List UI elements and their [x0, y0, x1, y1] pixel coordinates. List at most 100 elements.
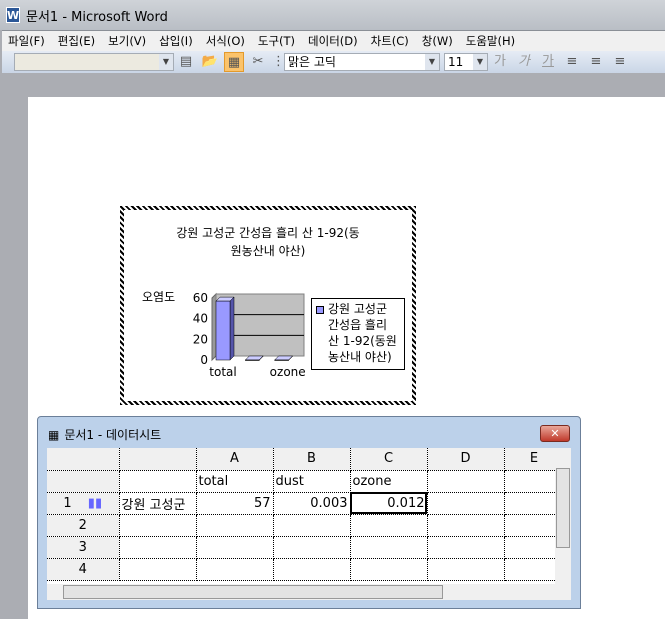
datasheet-grid: A B C D E total dust ozone 1 ▮▮ 강원 고성군 5… — [47, 448, 571, 584]
cell[interactable] — [196, 514, 274, 537]
row-header[interactable] — [47, 470, 120, 493]
chart-legend[interactable]: 강원 고성군 간성읍 흘리 산 1-92(동원 농산내 야산) — [311, 298, 405, 370]
column-header-a[interactable]: A — [196, 448, 274, 471]
row-header-4[interactable]: 4 — [47, 558, 120, 581]
menu-file[interactable]: 파일(F) — [8, 33, 45, 49]
legend-swatch — [316, 306, 324, 314]
cell[interactable] — [350, 558, 428, 581]
cell[interactable] — [427, 514, 505, 537]
chart-title-line: 강원 고성군 간성읍 흘리 산 1-92(동 — [176, 226, 360, 240]
chart-object[interactable]: 강원 고성군 간성읍 흘리 산 1-92(동 원농산내 야산) 오염도 0 20 4… — [120, 206, 416, 405]
view-datasheet-icon[interactable]: ▦ — [224, 52, 244, 72]
align-left-icon[interactable]: ≡ — [562, 52, 582, 72]
cell[interactable]: 57 — [196, 492, 274, 515]
plot-area[interactable]: 0 20 40 60 total ozone — [182, 284, 332, 379]
chart-title: 강원 고성군 간성읍 흘리 산 1-92(동 원농산내 야산) — [124, 224, 412, 260]
window-title: 문서1 - Microsoft Word — [26, 9, 168, 25]
cell[interactable] — [119, 470, 197, 493]
cell[interactable] — [196, 536, 274, 559]
horizontal-scrollbar[interactable] — [47, 584, 571, 600]
align-right-icon[interactable]: ≡ — [610, 52, 630, 72]
bar — [245, 359, 260, 361]
row-header-3[interactable]: 3 — [47, 536, 120, 559]
menu-view[interactable]: 보기(V) — [108, 33, 146, 49]
row-header-2[interactable]: 2 — [47, 514, 120, 537]
italic-button[interactable]: 가 — [514, 52, 534, 72]
format-object-icon[interactable]: ▤ — [176, 52, 196, 72]
row-label-cell[interactable]: 강원 고성군 — [119, 492, 197, 515]
menu-help[interactable]: 도움말(H) — [466, 33, 515, 49]
bar-top — [244, 355, 264, 361]
menu-window[interactable]: 창(W) — [422, 33, 453, 49]
cell[interactable] — [427, 536, 505, 559]
cell[interactable] — [350, 536, 428, 559]
y-tick-label: 40 — [193, 312, 208, 326]
datasheet-icon: ▦ — [48, 427, 60, 442]
plot-side-wall — [211, 292, 217, 362]
cell[interactable] — [273, 514, 351, 537]
toolbar-options-icon[interactable]: ⋮ — [272, 52, 285, 72]
x-tick-label: ozone — [270, 365, 306, 379]
bar — [274, 359, 289, 361]
cell[interactable] — [427, 558, 505, 581]
y-tick-label: 0 — [200, 353, 208, 367]
chevron-down-icon[interactable]: ▼ — [159, 54, 173, 70]
font-combo[interactable]: 맑은 고딕 ▼ — [284, 53, 440, 71]
y-tick-label: 60 — [193, 291, 208, 305]
align-center-icon[interactable]: ≡ — [586, 52, 606, 72]
scroll-thumb[interactable] — [63, 585, 443, 599]
active-cell[interactable]: 0.012 — [350, 492, 428, 515]
menu-insert[interactable]: 삽입(I) — [159, 33, 193, 49]
cell[interactable] — [119, 558, 197, 581]
scroll-thumb[interactable] — [556, 468, 570, 548]
cell[interactable] — [350, 514, 428, 537]
datasheet-window: ▦ 문서1 - 데이터시트 ✕ A B C D E total dust ozon… — [37, 416, 581, 609]
chart-title-line: 원농산내 야산) — [230, 244, 306, 258]
menu-data[interactable]: 데이터(D) — [308, 33, 358, 49]
cell[interactable]: total — [196, 470, 274, 493]
chevron-down-icon[interactable]: ▼ — [473, 54, 487, 70]
toolbar: ▼ ▤ 📂 ▦ ✂ ⋮ 맑은 고딕 ▼ 11 ▼ 가 가 가 ≡ ≡ ≡ — [2, 51, 665, 73]
close-button[interactable]: ✕ — [540, 425, 570, 442]
row-header-1[interactable]: 1 ▮▮ — [47, 492, 120, 515]
select-all-cell[interactable] — [47, 448, 120, 471]
column-header-b[interactable]: B — [273, 448, 351, 471]
cell[interactable] — [273, 536, 351, 559]
x-tick-label: total — [209, 365, 236, 379]
cell[interactable]: 0.003 — [273, 492, 351, 515]
cell[interactable]: ozone — [350, 470, 428, 493]
legend-text: 산 1-92(동원 — [328, 334, 397, 348]
menu-tools[interactable]: 도구(T) — [258, 33, 295, 49]
column-header-c[interactable]: C — [350, 448, 428, 471]
cut-icon[interactable]: ✂ — [248, 52, 268, 72]
font-size-combo[interactable]: 11 ▼ — [444, 53, 488, 71]
bar-series-icon: ▮▮ — [87, 495, 103, 511]
bar-side — [229, 296, 235, 361]
datasheet-title: 문서1 - 데이터시트 — [64, 428, 162, 442]
legend-text: 간성읍 흘리 — [328, 318, 388, 332]
font-value: 맑은 고딕 — [288, 55, 336, 69]
menu-format[interactable]: 서식(O) — [206, 33, 245, 49]
cell[interactable] — [427, 470, 505, 493]
chart-objects-combo[interactable]: ▼ — [14, 53, 174, 71]
word-app-icon: W — [6, 7, 20, 23]
cell[interactable] — [196, 558, 274, 581]
row-number: 1 — [63, 495, 72, 511]
vertical-scrollbar[interactable] — [555, 448, 571, 584]
bar — [215, 300, 231, 361]
bold-button[interactable]: 가 — [490, 52, 510, 72]
cell[interactable] — [427, 492, 505, 515]
cell[interactable] — [119, 514, 197, 537]
cell[interactable]: dust — [273, 470, 351, 493]
cell[interactable] — [273, 558, 351, 581]
menu-chart[interactable]: 차트(C) — [371, 33, 409, 49]
column-header[interactable] — [119, 448, 197, 471]
column-header-d[interactable]: D — [427, 448, 505, 471]
title-bar: W 문서1 - Microsoft Word — [0, 0, 665, 30]
menu-edit[interactable]: 편집(E) — [58, 33, 95, 49]
import-file-icon[interactable]: 📂 — [200, 52, 220, 72]
underline-button[interactable]: 가 — [538, 52, 558, 72]
chevron-down-icon[interactable]: ▼ — [425, 54, 439, 70]
cell[interactable] — [119, 536, 197, 559]
y-tick-label: 20 — [193, 332, 208, 346]
